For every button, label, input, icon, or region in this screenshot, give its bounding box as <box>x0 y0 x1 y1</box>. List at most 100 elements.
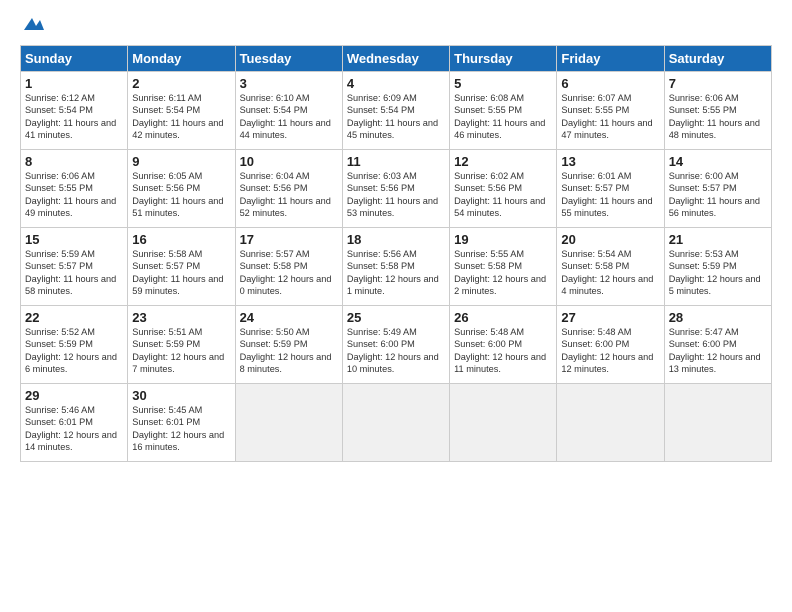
day-number: 19 <box>454 232 552 247</box>
day-number: 22 <box>25 310 123 325</box>
calendar-cell-day-10: 10Sunrise: 6:04 AMSunset: 5:56 PMDayligh… <box>235 150 342 228</box>
calendar-week-row: 29Sunrise: 5:46 AMSunset: 6:01 PMDayligh… <box>21 384 772 462</box>
cell-info: Sunrise: 6:12 AMSunset: 5:54 PMDaylight:… <box>25 92 123 142</box>
cell-info: Sunrise: 5:53 AMSunset: 5:59 PMDaylight:… <box>669 248 767 298</box>
calendar-cell-day-30: 30Sunrise: 5:45 AMSunset: 6:01 PMDayligh… <box>128 384 235 462</box>
cell-info: Sunrise: 5:57 AMSunset: 5:58 PMDaylight:… <box>240 248 338 298</box>
calendar-week-row: 8Sunrise: 6:06 AMSunset: 5:55 PMDaylight… <box>21 150 772 228</box>
cell-info: Sunrise: 6:05 AMSunset: 5:56 PMDaylight:… <box>132 170 230 220</box>
cell-info: Sunrise: 5:48 AMSunset: 6:00 PMDaylight:… <box>454 326 552 376</box>
day-number: 7 <box>669 76 767 91</box>
day-number: 11 <box>347 154 445 169</box>
calendar-cell-day-4: 4Sunrise: 6:09 AMSunset: 5:54 PMDaylight… <box>342 72 449 150</box>
day-number: 21 <box>669 232 767 247</box>
logo-bird-icon <box>22 16 44 32</box>
day-of-week-monday: Monday <box>128 46 235 72</box>
logo <box>20 16 44 37</box>
day-number: 14 <box>669 154 767 169</box>
day-of-week-saturday: Saturday <box>664 46 771 72</box>
day-of-week-thursday: Thursday <box>450 46 557 72</box>
day-number: 24 <box>240 310 338 325</box>
calendar-cell-day-18: 18Sunrise: 5:56 AMSunset: 5:58 PMDayligh… <box>342 228 449 306</box>
calendar-cell-empty <box>557 384 664 462</box>
cell-info: Sunrise: 5:46 AMSunset: 6:01 PMDaylight:… <box>25 404 123 454</box>
day-number: 10 <box>240 154 338 169</box>
cell-info: Sunrise: 6:01 AMSunset: 5:57 PMDaylight:… <box>561 170 659 220</box>
calendar-header-row: SundayMondayTuesdayWednesdayThursdayFrid… <box>21 46 772 72</box>
cell-info: Sunrise: 5:51 AMSunset: 5:59 PMDaylight:… <box>132 326 230 376</box>
cell-info: Sunrise: 5:55 AMSunset: 5:58 PMDaylight:… <box>454 248 552 298</box>
cell-info: Sunrise: 6:06 AMSunset: 5:55 PMDaylight:… <box>669 92 767 142</box>
day-of-week-sunday: Sunday <box>21 46 128 72</box>
day-number: 9 <box>132 154 230 169</box>
calendar-cell-day-26: 26Sunrise: 5:48 AMSunset: 6:00 PMDayligh… <box>450 306 557 384</box>
cell-info: Sunrise: 6:00 AMSunset: 5:57 PMDaylight:… <box>669 170 767 220</box>
calendar-cell-day-29: 29Sunrise: 5:46 AMSunset: 6:01 PMDayligh… <box>21 384 128 462</box>
cell-info: Sunrise: 6:04 AMSunset: 5:56 PMDaylight:… <box>240 170 338 220</box>
page: SundayMondayTuesdayWednesdayThursdayFrid… <box>0 0 792 612</box>
day-number: 26 <box>454 310 552 325</box>
calendar-cell-day-21: 21Sunrise: 5:53 AMSunset: 5:59 PMDayligh… <box>664 228 771 306</box>
day-number: 6 <box>561 76 659 91</box>
calendar-week-row: 15Sunrise: 5:59 AMSunset: 5:57 PMDayligh… <box>21 228 772 306</box>
cell-info: Sunrise: 6:11 AMSunset: 5:54 PMDaylight:… <box>132 92 230 142</box>
calendar-cell-empty <box>450 384 557 462</box>
cell-info: Sunrise: 6:09 AMSunset: 5:54 PMDaylight:… <box>347 92 445 142</box>
calendar-cell-day-23: 23Sunrise: 5:51 AMSunset: 5:59 PMDayligh… <box>128 306 235 384</box>
calendar-cell-day-19: 19Sunrise: 5:55 AMSunset: 5:58 PMDayligh… <box>450 228 557 306</box>
calendar-cell-day-14: 14Sunrise: 6:00 AMSunset: 5:57 PMDayligh… <box>664 150 771 228</box>
calendar-cell-day-9: 9Sunrise: 6:05 AMSunset: 5:56 PMDaylight… <box>128 150 235 228</box>
calendar: SundayMondayTuesdayWednesdayThursdayFrid… <box>20 45 772 462</box>
day-number: 28 <box>669 310 767 325</box>
cell-info: Sunrise: 5:59 AMSunset: 5:57 PMDaylight:… <box>25 248 123 298</box>
cell-info: Sunrise: 6:02 AMSunset: 5:56 PMDaylight:… <box>454 170 552 220</box>
cell-info: Sunrise: 6:10 AMSunset: 5:54 PMDaylight:… <box>240 92 338 142</box>
calendar-cell-day-28: 28Sunrise: 5:47 AMSunset: 6:00 PMDayligh… <box>664 306 771 384</box>
day-number: 1 <box>25 76 123 91</box>
day-of-week-wednesday: Wednesday <box>342 46 449 72</box>
calendar-cell-day-24: 24Sunrise: 5:50 AMSunset: 5:59 PMDayligh… <box>235 306 342 384</box>
header <box>20 16 772 37</box>
day-number: 3 <box>240 76 338 91</box>
calendar-cell-day-7: 7Sunrise: 6:06 AMSunset: 5:55 PMDaylight… <box>664 72 771 150</box>
cell-info: Sunrise: 6:06 AMSunset: 5:55 PMDaylight:… <box>25 170 123 220</box>
day-number: 8 <box>25 154 123 169</box>
cell-info: Sunrise: 5:58 AMSunset: 5:57 PMDaylight:… <box>132 248 230 298</box>
calendar-cell-day-16: 16Sunrise: 5:58 AMSunset: 5:57 PMDayligh… <box>128 228 235 306</box>
calendar-cell-day-17: 17Sunrise: 5:57 AMSunset: 5:58 PMDayligh… <box>235 228 342 306</box>
calendar-cell-day-15: 15Sunrise: 5:59 AMSunset: 5:57 PMDayligh… <box>21 228 128 306</box>
cell-info: Sunrise: 6:03 AMSunset: 5:56 PMDaylight:… <box>347 170 445 220</box>
calendar-cell-day-1: 1Sunrise: 6:12 AMSunset: 5:54 PMDaylight… <box>21 72 128 150</box>
cell-info: Sunrise: 5:48 AMSunset: 6:00 PMDaylight:… <box>561 326 659 376</box>
day-of-week-friday: Friday <box>557 46 664 72</box>
cell-info: Sunrise: 5:47 AMSunset: 6:00 PMDaylight:… <box>669 326 767 376</box>
cell-info: Sunrise: 6:08 AMSunset: 5:55 PMDaylight:… <box>454 92 552 142</box>
day-number: 23 <box>132 310 230 325</box>
cell-info: Sunrise: 5:56 AMSunset: 5:58 PMDaylight:… <box>347 248 445 298</box>
day-number: 4 <box>347 76 445 91</box>
calendar-cell-empty <box>235 384 342 462</box>
calendar-cell-day-20: 20Sunrise: 5:54 AMSunset: 5:58 PMDayligh… <box>557 228 664 306</box>
day-number: 15 <box>25 232 123 247</box>
calendar-cell-day-8: 8Sunrise: 6:06 AMSunset: 5:55 PMDaylight… <box>21 150 128 228</box>
day-number: 29 <box>25 388 123 403</box>
cell-info: Sunrise: 5:50 AMSunset: 5:59 PMDaylight:… <box>240 326 338 376</box>
cell-info: Sunrise: 5:52 AMSunset: 5:59 PMDaylight:… <box>25 326 123 376</box>
calendar-cell-day-5: 5Sunrise: 6:08 AMSunset: 5:55 PMDaylight… <box>450 72 557 150</box>
calendar-cell-day-22: 22Sunrise: 5:52 AMSunset: 5:59 PMDayligh… <box>21 306 128 384</box>
day-number: 25 <box>347 310 445 325</box>
day-of-week-tuesday: Tuesday <box>235 46 342 72</box>
calendar-cell-day-12: 12Sunrise: 6:02 AMSunset: 5:56 PMDayligh… <box>450 150 557 228</box>
day-number: 16 <box>132 232 230 247</box>
day-number: 30 <box>132 388 230 403</box>
cell-info: Sunrise: 5:45 AMSunset: 6:01 PMDaylight:… <box>132 404 230 454</box>
calendar-week-row: 1Sunrise: 6:12 AMSunset: 5:54 PMDaylight… <box>21 72 772 150</box>
day-number: 13 <box>561 154 659 169</box>
cell-info: Sunrise: 5:49 AMSunset: 6:00 PMDaylight:… <box>347 326 445 376</box>
day-number: 20 <box>561 232 659 247</box>
calendar-cell-empty <box>664 384 771 462</box>
calendar-cell-day-13: 13Sunrise: 6:01 AMSunset: 5:57 PMDayligh… <box>557 150 664 228</box>
day-number: 5 <box>454 76 552 91</box>
calendar-cell-day-3: 3Sunrise: 6:10 AMSunset: 5:54 PMDaylight… <box>235 72 342 150</box>
calendar-cell-day-25: 25Sunrise: 5:49 AMSunset: 6:00 PMDayligh… <box>342 306 449 384</box>
